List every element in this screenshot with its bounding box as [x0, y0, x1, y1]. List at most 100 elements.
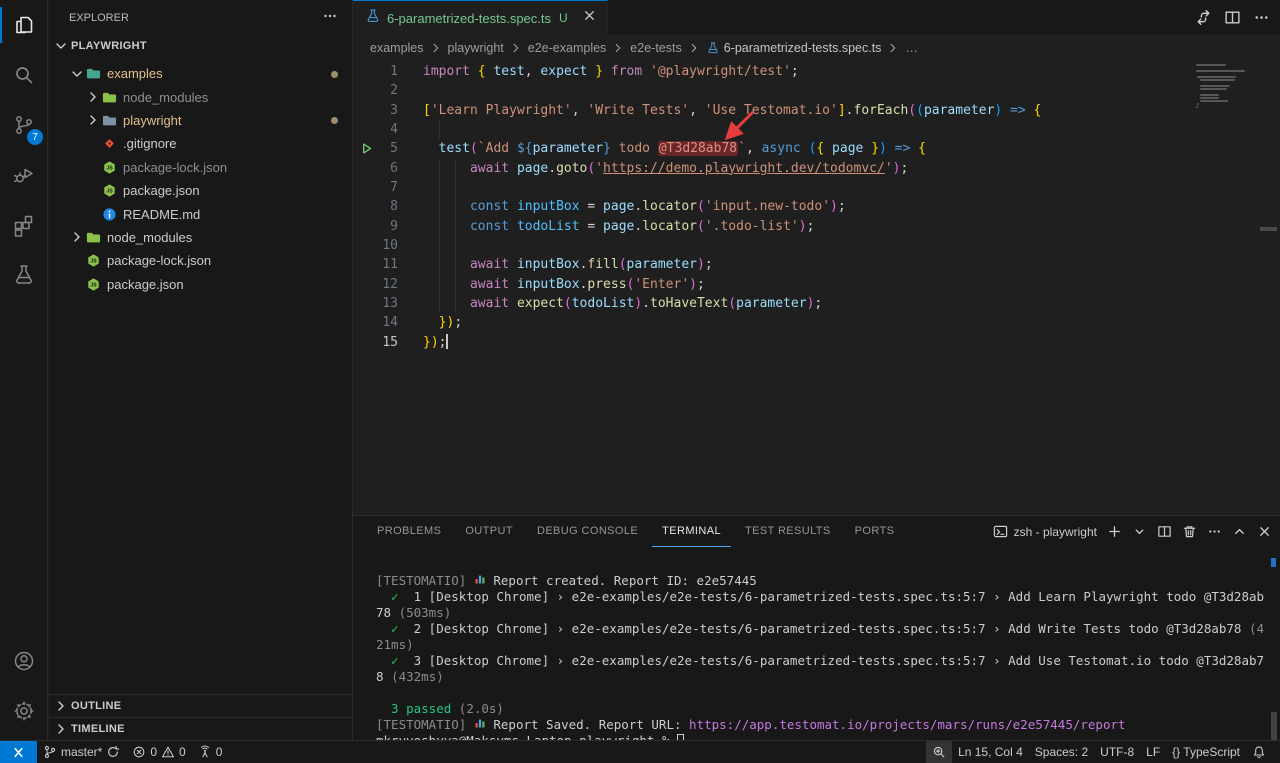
code-line: 3['Learn Playwright', 'Write Tests', 'Us… [353, 101, 1280, 120]
tree-item-package-json[interactable]: JSpackage.json [49, 273, 352, 296]
status-encoding[interactable]: UTF-8 [1094, 741, 1140, 763]
sidebar-section-timeline[interactable]: TIMELINE [49, 717, 352, 740]
status-indentation[interactable]: Spaces: 2 [1029, 741, 1094, 763]
minimap[interactable] [1196, 64, 1266, 109]
breadcrumb-item[interactable]: examples [370, 41, 424, 55]
breadcrumb-separator-icon [509, 41, 523, 55]
terminal-scrollbar-thumb[interactable] [1271, 712, 1277, 740]
ellipsis-icon[interactable] [1207, 524, 1222, 539]
ellipsis-icon[interactable] [1253, 9, 1270, 26]
terminal-line: 21ms) [376, 637, 1270, 653]
activity-bar: 7 [0, 0, 48, 740]
breadcrumb-file[interactable]: 6-parametrized-tests.spec.ts [706, 41, 882, 55]
indent-guide [455, 178, 456, 197]
code-token [423, 257, 470, 272]
modified-dot [331, 71, 338, 78]
status-count: 0 [150, 745, 157, 759]
activity-bar-item-settings[interactable] [0, 686, 48, 736]
tree-item-package-json[interactable]: JSpackage.json [49, 179, 352, 202]
tree-item-package-lock-json[interactable]: JSpackage-lock.json [49, 156, 352, 179]
code-token: , [689, 103, 705, 118]
minimap-line [1196, 67, 1266, 69]
indent-guide [439, 120, 440, 139]
trash-icon[interactable] [1182, 524, 1197, 539]
chevron-down-small-icon[interactable] [1132, 524, 1147, 539]
tree-item-package-lock-json[interactable]: JSpackage-lock.json [49, 249, 352, 272]
code-token: await [470, 161, 517, 176]
activity-bar-item-explorer[interactable] [0, 0, 48, 50]
breadcrumb-item[interactable]: e2e-examples [528, 41, 607, 55]
close-icon[interactable] [582, 8, 597, 28]
status-label: master* [61, 745, 102, 759]
tree-item-playwright[interactable]: playwright [49, 109, 352, 132]
compare-changes-icon[interactable] [1195, 9, 1212, 26]
split-editor-icon[interactable] [1157, 524, 1172, 539]
breadcrumb-overflow[interactable]: … [905, 41, 918, 55]
scm-badge: 7 [27, 129, 43, 145]
code-token: . [634, 199, 642, 214]
code-token: => [1002, 103, 1033, 118]
tree-item-examples[interactable]: examples [49, 62, 352, 85]
sidebar-section-outline[interactable]: OUTLINE [49, 694, 352, 717]
status-problems[interactable]: 00 [126, 741, 191, 763]
editor-tab[interactable]: 6-parametrized-tests.spec.ts U [353, 0, 608, 35]
panel-tab-output[interactable]: OUTPUT [455, 516, 523, 547]
activity-bar-item-accounts[interactable] [0, 636, 48, 686]
status-testomat-search[interactable] [926, 741, 952, 763]
close-icon[interactable] [1257, 524, 1272, 539]
activity-bar-item-run-debug[interactable] [0, 150, 48, 200]
tree-item-node-modules[interactable]: node_modules [49, 85, 352, 108]
code-token: ` [738, 141, 746, 156]
status-language-mode[interactable]: {} TypeScript [1166, 741, 1246, 763]
tree-item--gitignore[interactable]: .gitignore [49, 132, 352, 155]
activity-bar-item-search[interactable] [0, 50, 48, 100]
status-label: Spaces: 2 [1035, 745, 1088, 759]
bar-chart-icon [474, 717, 486, 729]
breadcrumb-file-label: 6-parametrized-tests.spec.ts [724, 41, 882, 55]
plus-icon[interactable] [1107, 524, 1122, 539]
panel-actions: zsh - playwright [993, 516, 1272, 547]
breadcrumb-item[interactable]: e2e-tests [630, 41, 681, 55]
panel-tab-terminal[interactable]: TERMINAL [652, 516, 731, 547]
tree-item-readme-md[interactable]: README.md [49, 202, 352, 225]
terminal-selector[interactable]: zsh - playwright [993, 524, 1097, 539]
status-eol[interactable]: LF [1140, 741, 1166, 763]
status-branch[interactable]: master* [37, 741, 126, 763]
bar-chart-icon [474, 573, 486, 585]
run-test-icon[interactable] [359, 141, 375, 157]
tree-item-label: examples [107, 66, 163, 81]
code-token: page [603, 199, 634, 214]
minimap-line [1200, 85, 1230, 87]
terminal-link[interactable]: https://app.testomat.io/projects/mars/ru… [689, 717, 1126, 732]
status-label: 0 [216, 745, 223, 759]
minimap-line [1197, 103, 1199, 105]
status-notifications[interactable] [1246, 741, 1272, 763]
code-token: toHaveText [650, 296, 728, 311]
terminal[interactable]: [TESTOMATIO] Report created. Report ID: … [353, 547, 1280, 740]
terminal-text: Report Saved. Report URL: [486, 717, 689, 732]
line-number: 3 [353, 101, 398, 120]
remote-indicator[interactable] [0, 741, 37, 763]
status-forwarded-ports[interactable]: 0 [192, 741, 229, 763]
panel-tab-ports[interactable]: PORTS [845, 516, 905, 547]
code-line: 2 [353, 81, 1280, 100]
code-token: ( [728, 296, 736, 311]
panel-tab-problems[interactable]: PROBLEMS [367, 516, 451, 547]
panel-tab-debug-console[interactable]: DEBUG CONSOLE [527, 516, 648, 547]
terminal-text: 3 passed [376, 701, 459, 716]
split-editor-icon[interactable] [1224, 9, 1241, 26]
activity-bar-item-extensions[interactable] [0, 200, 48, 250]
line-number: 9 [353, 217, 398, 236]
tree-item-node-modules[interactable]: node_modules [49, 226, 352, 249]
code-token [423, 315, 439, 330]
breadcrumb-item[interactable]: playwright [448, 41, 504, 55]
activity-bar-item-source-control[interactable]: 7 [0, 100, 48, 150]
code-editor[interactable]: 1import { test, expect } from '@playwrig… [353, 62, 1280, 515]
views-more-actions-icon[interactable] [322, 8, 338, 27]
tree-item-label: package.json [123, 183, 200, 198]
activity-bar-item-testing[interactable] [0, 250, 48, 300]
status-cursor-position[interactable]: Ln 15, Col 4 [952, 741, 1029, 763]
chevron-up-icon[interactable] [1232, 524, 1247, 539]
panel-tab-test-results[interactable]: TEST RESULTS [735, 516, 841, 547]
workspace-section-header[interactable]: PLAYWRIGHT [49, 35, 352, 57]
